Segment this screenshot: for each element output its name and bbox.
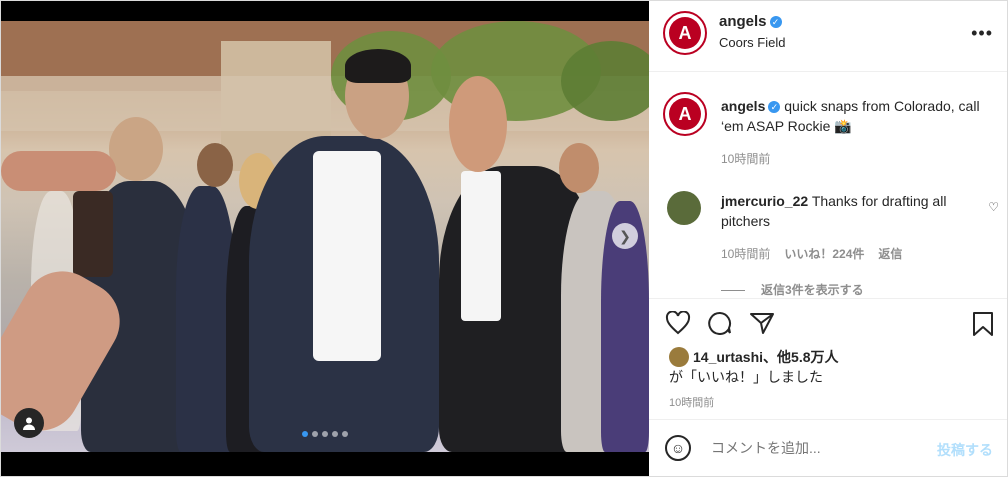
user-tag-icon[interactable] [14, 408, 44, 438]
header-username[interactable]: angels [719, 13, 767, 30]
likes-count[interactable]: 、他5.8万人 [763, 349, 838, 365]
carousel-indicator [1, 431, 649, 437]
comment-username[interactable]: jmercurio_22 [721, 193, 808, 209]
angels-logo: A [669, 17, 701, 49]
bookmark-icon[interactable] [971, 311, 995, 343]
caption-time: 10時間前 [721, 152, 771, 166]
chevron-right-icon[interactable]: ❯ [612, 223, 638, 249]
comment-time: 10時間前 [721, 247, 771, 261]
comments-section: A angels ✓ quick snaps from Colorado, cal… [649, 72, 1007, 298]
location-link[interactable]: Coors Field [719, 35, 785, 50]
post-header: A angels ✓ Coors Field ••• [649, 1, 1007, 72]
carousel-dot [332, 431, 338, 437]
heart-icon[interactable] [665, 310, 691, 341]
post-sidebar: A angels ✓ Coors Field ••• A angels ✓ quic… [649, 1, 1007, 476]
post-time[interactable]: 10時間前 [669, 394, 714, 410]
comment-meta: 10時間前 いいね！224件 返信 [721, 245, 902, 262]
angels-logo: A [669, 98, 701, 130]
view-replies-button[interactable]: 返信3件を表示する [721, 281, 864, 298]
post-photo[interactable]: ❯ [1, 1, 649, 476]
caption: angels ✓ quick snaps from Colorado, call … [721, 96, 991, 136]
carousel-dot [302, 431, 308, 437]
caption-username[interactable]: angels [721, 98, 765, 114]
comment-icon[interactable] [707, 311, 733, 341]
instagram-post: ❯ A angels ✓ Coors Field ••• A angels ✓ … [0, 0, 1008, 477]
emoji-icon[interactable]: ☺ [665, 435, 691, 461]
action-bar: 14_urtashi、他5.8万人 が「いいね！」しました 10時間前 [649, 298, 1007, 419]
likes-suffix: が「いいね！」しました [669, 369, 823, 385]
carousel-dot [312, 431, 318, 437]
photo-letterbox-top [1, 1, 649, 21]
avatar[interactable]: A [663, 11, 707, 55]
photo-scene [1, 21, 649, 452]
photo-letterbox-bottom [1, 452, 649, 476]
liker-avatar[interactable] [669, 347, 689, 367]
carousel-dot [342, 431, 348, 437]
comment-input[interactable] [711, 440, 911, 456]
reply-button[interactable]: 返信 [878, 247, 902, 261]
view-replies-label: 返信3件を表示する [761, 283, 864, 297]
commenter-avatar[interactable] [667, 191, 701, 225]
carousel-dot [322, 431, 328, 437]
verified-icon: ✓ [768, 101, 781, 113]
more-options-icon[interactable]: ••• [971, 23, 993, 44]
caption-avatar[interactable]: A [663, 92, 707, 136]
comment: jmercurio_22 Thanks for drafting all pit… [721, 191, 991, 231]
comment-likes[interactable]: いいね！224件 [784, 247, 864, 261]
share-icon[interactable] [749, 311, 775, 341]
verified-icon: ✓ [769, 16, 782, 28]
post-comment-button[interactable]: 投稿する [937, 440, 993, 460]
heart-icon[interactable]: ♡ [988, 200, 999, 214]
add-comment-bar: ☺ 投稿する [649, 419, 1007, 476]
likes-summary: 14_urtashi、他5.8万人 が「いいね！」しました [669, 347, 839, 387]
liker-username[interactable]: 14_urtashi [693, 349, 763, 365]
